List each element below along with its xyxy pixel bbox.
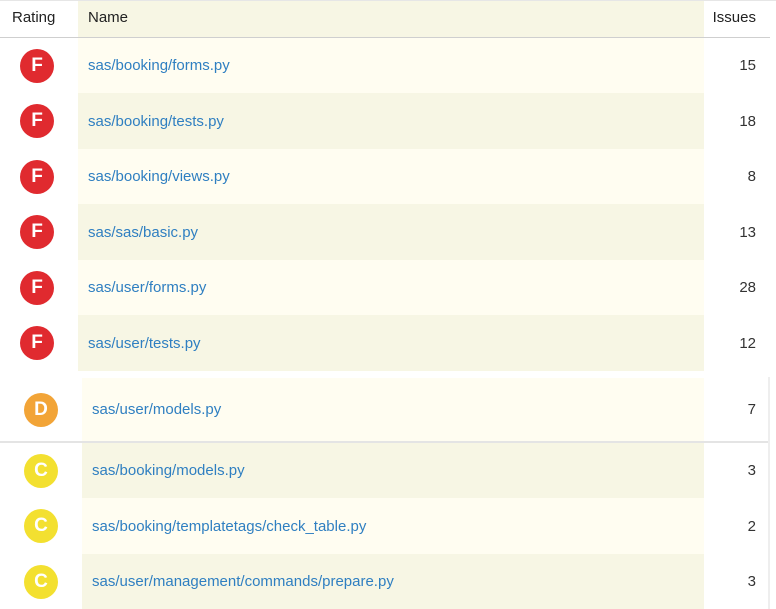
rating-badge-f: F [20,270,54,305]
table-row: Csas/booking/models.py 3 [0,443,770,498]
rating-badge-f: F [20,159,54,194]
header-issues[interactable]: Issues [713,1,756,37]
issue-count: 12 [739,334,756,352]
rating-badge-f: F [20,104,54,138]
rating-badge-f: F [20,48,54,83]
rating-badge-c: C [24,453,58,488]
file-link[interactable]: sas/sas/basic.py [88,204,198,260]
issue-count: 8 [747,168,756,185]
rating-badge-d: D [24,392,58,427]
issue-count: 2 [747,517,756,535]
code-quality-table: Rating Name Issues Fsas/booking/forms.py… [0,0,776,609]
file-link[interactable]: sas/user/management/commands/prepare.py [92,554,394,609]
issue-count: 3 [747,573,756,590]
table-row: Fsas/user/tests.py 12 [0,315,770,371]
table-header: Rating Name Issues [0,1,770,38]
rating-badge-c: C [24,564,58,599]
issue-count: 18 [739,112,756,130]
issue-count: 3 [747,462,756,479]
issue-count: 15 [739,57,756,74]
issue-count: 7 [747,401,756,418]
file-link[interactable]: sas/booking/views.py [88,149,230,204]
file-link[interactable]: sas/booking/models.py [92,443,245,498]
file-link[interactable]: sas/user/models.py [92,378,221,441]
table-row: Fsas/booking/views.py 8 [0,149,770,204]
header-name[interactable]: Name [88,1,128,37]
table-row: Fsas/booking/forms.py 15 [0,38,770,93]
file-link[interactable]: sas/booking/forms.py [88,38,230,93]
rating-badge-f: F [20,215,54,249]
table-right-edge [768,377,770,609]
file-link[interactable]: sas/user/tests.py [88,315,201,371]
rating-badge-c: C [24,509,58,543]
file-link[interactable]: sas/booking/templatetags/check_table.py [92,498,366,554]
grade-group-divider [0,441,770,443]
issue-count: 13 [739,223,756,241]
header-rating[interactable]: Rating [12,1,55,37]
table-row: Fsas/sas/basic.py 13 [0,204,770,260]
issue-count: 28 [739,279,756,296]
table-row: Csas/user/management/commands/prepare.py… [0,554,770,609]
table-row: Fsas/user/forms.py 28 [0,260,770,315]
name-column-highlight [78,1,704,37]
file-link[interactable]: sas/booking/tests.py [88,93,224,149]
table-row: Csas/booking/templatetags/check_table.py… [0,498,770,554]
table-row: Dsas/user/models.py 7 [0,378,770,441]
rating-badge-f: F [20,326,54,360]
table-row: Fsas/booking/tests.py 18 [0,93,770,149]
file-link[interactable]: sas/user/forms.py [88,260,206,315]
